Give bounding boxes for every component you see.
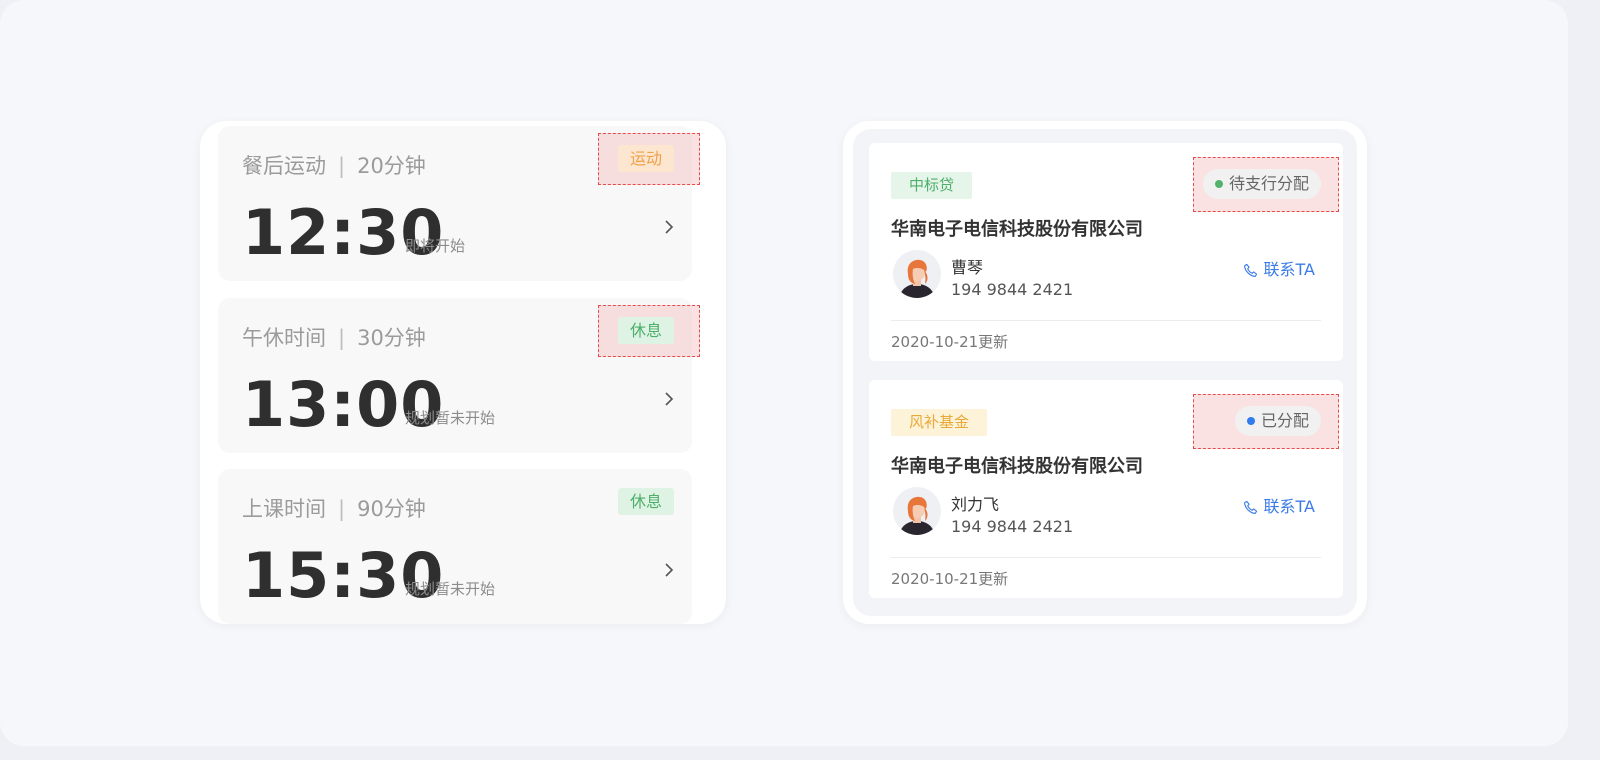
schedule-card[interactable]: 餐后运动 | 20分钟 运动 12:30 即将开始 <box>218 126 700 281</box>
schedule-title: 午休时间 <box>242 326 326 350</box>
start-time: 12:30 <box>242 196 445 269</box>
schedule-header: 午休时间 | 30分钟 <box>242 322 426 352</box>
start-time: 15:30 <box>242 539 445 612</box>
female-avatar-icon <box>899 259 935 298</box>
contact-phone: 194 9844 2421 <box>951 517 1074 536</box>
contact-person-name: 刘力飞 <box>951 495 1000 514</box>
contact-button-label: 联系TA <box>1263 260 1315 279</box>
category-tag: 休息 <box>617 317 674 344</box>
schedule-card[interactable]: 上课时间 | 90分钟 休息 15:30 规划暂未开始 <box>218 469 692 624</box>
contact-phone: 194 9844 2421 <box>951 280 1074 299</box>
category-tag: 休息 <box>617 488 674 515</box>
schedule-panel: 餐后运动 | 20分钟 运动 12:30 即将开始 午休时间 | 30分钟 休息 13:… <box>200 121 726 624</box>
start-time: 13:00 <box>242 368 445 441</box>
schedule-status: 规划暂未开始 <box>405 580 496 598</box>
allocation-status-label: 待支行分配 <box>1228 174 1309 193</box>
schedule-duration: 20分钟 <box>357 154 426 178</box>
phone-icon <box>1243 263 1257 277</box>
contact-button[interactable]: 联系TA <box>1243 256 1315 280</box>
contact-button-label: 联系TA <box>1263 497 1315 516</box>
status-dot-icon <box>1214 180 1223 188</box>
chevron-right-icon[interactable] <box>662 392 676 406</box>
contact-person-name: 曹琴 <box>951 258 984 277</box>
schedule-separator: | <box>338 326 346 350</box>
avatar <box>893 487 941 535</box>
allocation-status-badge: 已分配 <box>1234 406 1321 436</box>
company-name: 华南电子电信科技股份有限公司 <box>891 456 1143 477</box>
allocation-status-label: 已分配 <box>1260 411 1309 430</box>
loan-type-tag: 中标贷 <box>891 172 973 199</box>
schedule-card[interactable]: 午休时间 | 30分钟 休息 13:00 规划暂未开始 <box>218 298 700 453</box>
chevron-right-icon[interactable] <box>662 220 676 234</box>
schedule-title: 上课时间 <box>242 497 326 521</box>
schedule-duration: 30分钟 <box>357 326 426 350</box>
schedule-status: 规划暂未开始 <box>405 409 496 427</box>
updated-date: 2020-10-21更新 <box>891 333 1009 351</box>
schedule-duration: 90分钟 <box>357 497 426 521</box>
loan-card[interactable]: 中标贷 待支行分配 华南电子电信科技股份有限公司 曹琴 194 9844 242… <box>869 143 1343 361</box>
schedule-status: 即将开始 <box>405 237 466 255</box>
female-avatar-icon <box>899 496 935 535</box>
divider <box>891 320 1321 321</box>
avatar <box>893 250 941 298</box>
contact-button[interactable]: 联系TA <box>1243 493 1315 517</box>
schedule-separator: | <box>338 154 346 178</box>
company-name: 华南电子电信科技股份有限公司 <box>891 219 1143 240</box>
schedule-header: 餐后运动 | 20分钟 <box>242 150 426 180</box>
phone-icon <box>1243 500 1257 514</box>
allocation-status-badge: 待支行分配 <box>1202 169 1321 199</box>
divider <box>891 557 1321 558</box>
schedule-header: 上课时间 | 90分钟 <box>242 493 426 523</box>
updated-date: 2020-10-21更新 <box>891 570 1009 588</box>
category-tag: 运动 <box>617 145 674 172</box>
status-dot-icon <box>1246 417 1255 425</box>
chevron-right-icon[interactable] <box>662 563 676 577</box>
schedule-separator: | <box>338 497 346 521</box>
loan-card[interactable]: 风补基金 已分配 华南电子电信科技股份有限公司 刘力飞 194 9844 242… <box>869 380 1343 598</box>
loan-panel: 中标贷 待支行分配 华南电子电信科技股份有限公司 曹琴 194 9844 242… <box>843 121 1367 624</box>
loan-type-tag: 风补基金 <box>891 409 988 436</box>
schedule-title: 餐后运动 <box>242 154 326 178</box>
